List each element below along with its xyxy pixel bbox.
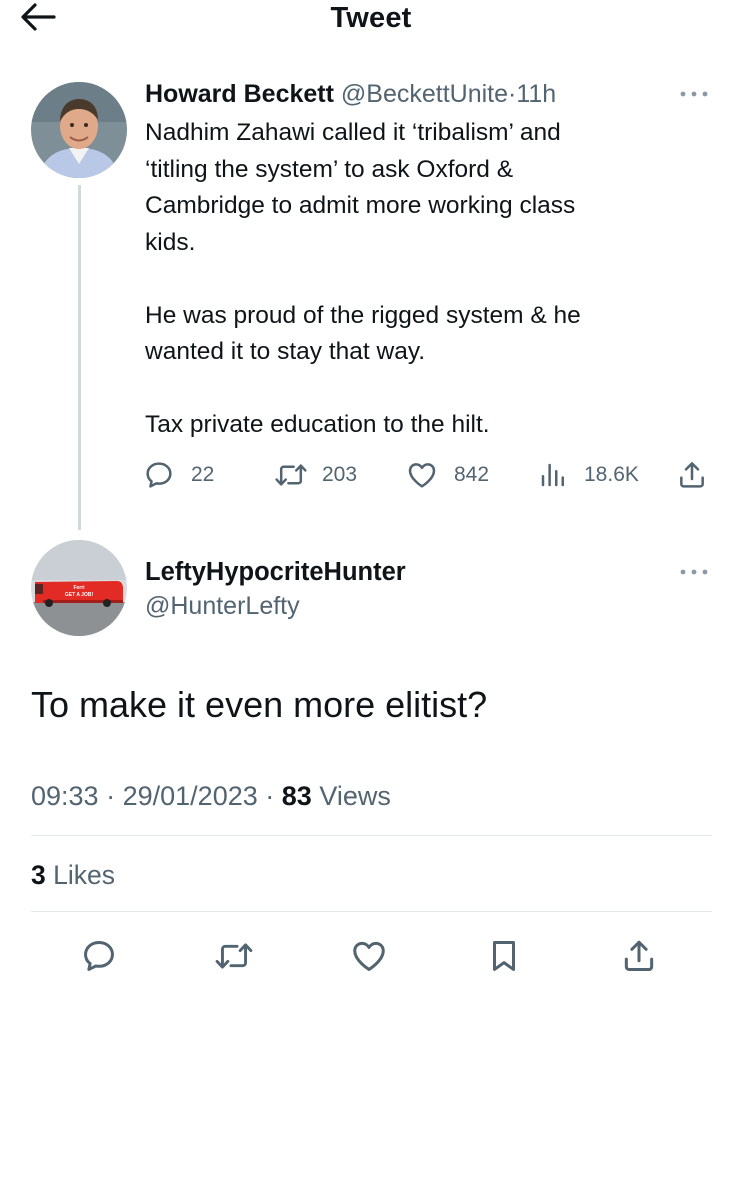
bookmark-icon bbox=[492, 941, 516, 971]
tweet-meta: 09:33 · 29/01/2023 · 83 Views bbox=[31, 778, 391, 814]
bus-photo-icon: Ferri GET A JOB! bbox=[31, 540, 127, 636]
views-count: 18.6K bbox=[584, 463, 639, 486]
views-count: 83 bbox=[281, 781, 312, 811]
avatar[interactable]: Ferri GET A JOB! bbox=[31, 540, 127, 636]
retweet-action[interactable]: 203 bbox=[274, 457, 357, 493]
bookmark-button[interactable] bbox=[484, 936, 524, 976]
author-handle[interactable]: @BeckettUnite bbox=[341, 80, 508, 108]
tweet-line: kids. bbox=[145, 228, 196, 256]
tweet-time[interactable]: 11h bbox=[516, 80, 556, 108]
share-upload-icon bbox=[680, 462, 704, 488]
likes-count: 3 bbox=[31, 860, 46, 890]
heart-icon bbox=[408, 463, 436, 488]
bar-chart-icon bbox=[541, 463, 564, 487]
divider bbox=[31, 911, 712, 912]
retweet-icon bbox=[215, 943, 253, 969]
retweet-count: 203 bbox=[322, 463, 358, 486]
views-action[interactable]: 18.6K bbox=[538, 457, 639, 493]
tweet-body: Nadhim Zahawi called it ‘tribalism’ and … bbox=[145, 115, 705, 444]
tweet-time[interactable]: 09:33 bbox=[31, 781, 99, 811]
thread-line bbox=[78, 185, 81, 530]
heart-icon bbox=[353, 941, 385, 971]
views-label: Views bbox=[319, 781, 391, 811]
divider bbox=[31, 835, 712, 836]
tweet-line: Nadhim Zahawi called it ‘tribalism’ and bbox=[145, 119, 561, 146]
tweet-line: Cambridge to admit more working class bbox=[145, 192, 576, 219]
page-title: Tweet bbox=[330, 2, 412, 34]
like-action[interactable]: 842 bbox=[406, 457, 489, 493]
like-count: 842 bbox=[454, 463, 490, 486]
tweet-date[interactable]: 29/01/2023 bbox=[123, 781, 258, 811]
reply-text: To make it even more elitist? bbox=[31, 684, 488, 725]
tweet-line: Tax private education to the hilt. bbox=[145, 411, 490, 438]
reply-action[interactable]: 22 bbox=[143, 457, 214, 493]
ellipsis-icon bbox=[680, 569, 708, 575]
separator-dot: · bbox=[265, 781, 275, 811]
speech-bubble-icon bbox=[84, 941, 114, 971]
author-name[interactable]: LeftyHypocriteHunter bbox=[145, 556, 406, 588]
like-button[interactable] bbox=[349, 936, 389, 976]
more-options-button[interactable] bbox=[678, 564, 710, 580]
tweet-line: wanted it to stay that way. bbox=[145, 338, 426, 365]
retweet-button[interactable] bbox=[214, 936, 254, 976]
reply-button[interactable] bbox=[79, 936, 119, 976]
share-button[interactable] bbox=[619, 936, 659, 976]
bus-text: Ferri bbox=[73, 585, 85, 591]
separator-dot: · bbox=[106, 781, 116, 811]
speech-bubble-icon bbox=[146, 462, 172, 488]
bus-text: GET A JOB! bbox=[65, 592, 94, 598]
author-handle[interactable]: @HunterLefty bbox=[145, 590, 300, 622]
ellipsis-icon bbox=[680, 91, 708, 97]
tweet-line: ‘titling the system’ to ask Oxford & bbox=[145, 155, 514, 183]
tweet-line: He was proud of the rigged system & he bbox=[145, 301, 581, 329]
reply-count: 22 bbox=[191, 463, 215, 486]
likes-summary[interactable]: 3 Likes bbox=[31, 857, 115, 893]
avatar[interactable] bbox=[31, 82, 127, 178]
share-action[interactable] bbox=[676, 457, 708, 493]
more-options-button[interactable] bbox=[678, 86, 710, 102]
share-upload-icon bbox=[624, 940, 654, 971]
retweet-icon bbox=[275, 464, 307, 486]
likes-label: Likes bbox=[53, 860, 115, 890]
tweet-header: Howard Beckett @BeckettUnite·11h bbox=[145, 78, 556, 110]
author-name[interactable]: Howard Beckett bbox=[145, 80, 334, 108]
profile-photo-icon bbox=[31, 82, 127, 178]
